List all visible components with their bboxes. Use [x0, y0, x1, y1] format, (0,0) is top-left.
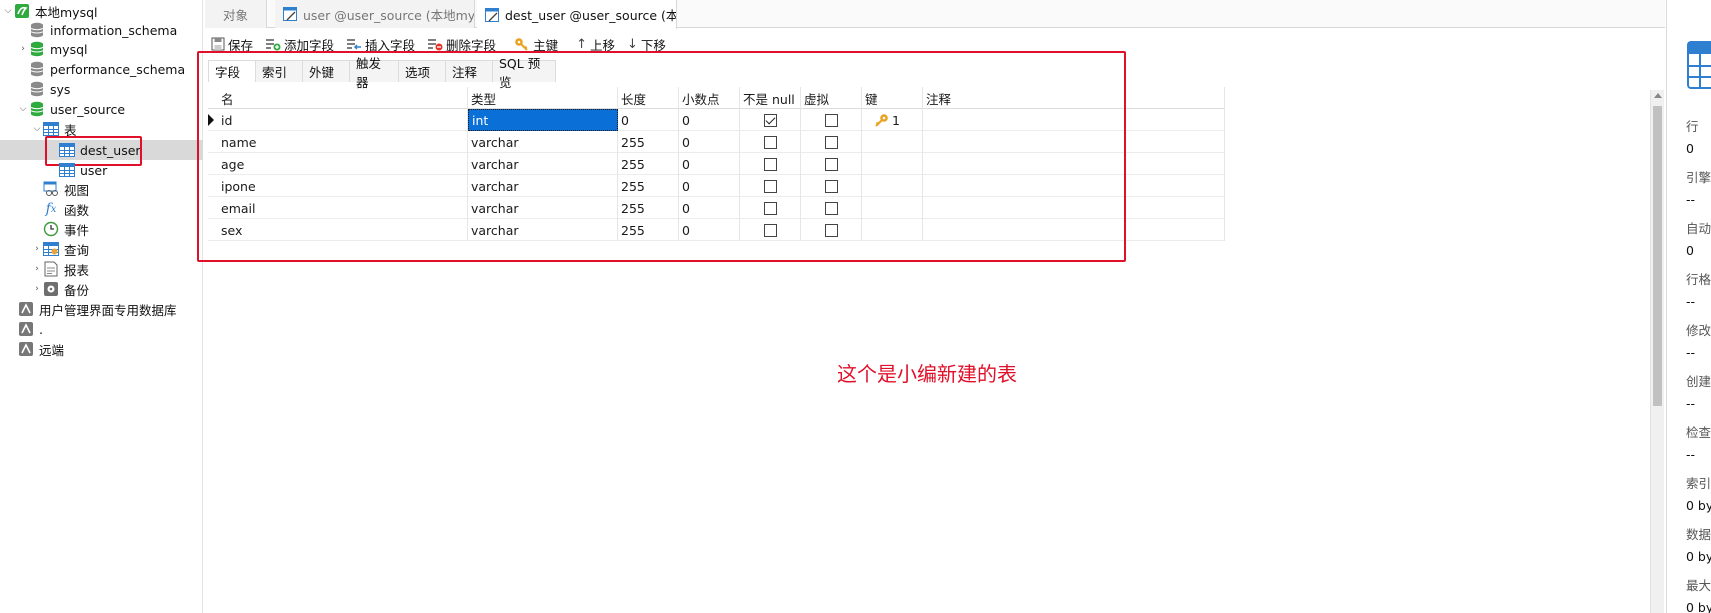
database-icon [29, 81, 45, 97]
tree-item-mysql[interactable]: › mysql [17, 39, 220, 59]
chevron-down-icon[interactable]: ⌵ [2, 1, 14, 21]
mysql-connection-icon [14, 3, 30, 19]
tab-objects[interactable]: 对象 [205, 0, 267, 28]
scrollbar-thumb[interactable] [1653, 106, 1662, 406]
tree-item-label: 视图 [64, 182, 90, 198]
tree-item-label: 函数 [64, 202, 90, 218]
app-window: ⌵ 本地mysql information_schema › mysql per… [0, 0, 1711, 613]
scroll-up-icon[interactable] [1654, 93, 1662, 98]
info-auto-increment: 自动 0 [1686, 221, 1711, 258]
chevron-right-icon[interactable]: › [31, 239, 43, 259]
tab-dest-user[interactable]: dest_user @user_source (本... [477, 0, 677, 29]
connection-icon [18, 321, 34, 337]
tree-item-user-source[interactable]: ⌵ user_source [17, 99, 220, 119]
table-design-icon [283, 7, 297, 21]
chevron-down-icon[interactable]: ⌵ [31, 119, 43, 139]
add-field-icon [265, 37, 281, 51]
info-modified: 修改 -- [1686, 323, 1711, 360]
query-icon [43, 241, 59, 257]
tab-label: user @user_source (本地my... [303, 7, 475, 23]
connection-icon [18, 341, 34, 357]
database-icon [29, 22, 45, 38]
tree-item-label: 本地mysql [35, 4, 98, 20]
object-info-panel: 行 0 引擎 -- 自动 0 行格 -- 修改 -- 创建 -- 检查 -- 索… [1686, 0, 1711, 613]
database-icon [29, 41, 45, 57]
chevron-down-icon[interactable]: ⌵ [17, 99, 29, 119]
insert-field-icon [346, 37, 362, 51]
editor-tabs: 对象 user @user_source (本地my... dest_user … [205, 0, 1665, 29]
tree-item-label: user [80, 162, 108, 178]
chevron-right-icon[interactable]: › [17, 39, 29, 59]
info-data-length: 数据 0 by [1686, 527, 1711, 564]
tree-item-label: 用户管理界面专用数据库 [39, 302, 177, 318]
tree-item-label: mysql [50, 41, 88, 57]
backup-icon [43, 281, 59, 297]
annotation-text: 这个是小编新建的表 [837, 362, 1017, 386]
tab-label: 对象 [222, 7, 248, 23]
connection-icon [18, 301, 34, 317]
chevron-right-icon[interactable]: › [31, 279, 43, 299]
info-rows: 行 0 [1686, 119, 1699, 156]
tree-item-label: 报表 [64, 262, 90, 278]
tab-label: dest_user @user_source (本... [505, 8, 677, 23]
info-checked: 检查 -- [1686, 425, 1711, 462]
database-icon [29, 61, 45, 77]
database-icon [29, 101, 45, 117]
panel-divider[interactable] [1666, 0, 1667, 613]
highlight-box [197, 51, 1126, 262]
tree-item-label: information_schema [50, 22, 178, 38]
delete-field-icon [427, 37, 443, 51]
save-icon [211, 37, 225, 51]
tree-item-label: 事件 [64, 222, 90, 238]
tree-item-label: user_source [50, 101, 126, 117]
vertical-scrollbar[interactable] [1650, 90, 1664, 613]
tree-item-connection-2[interactable]: 用户管理界面专用数据库 [4, 299, 207, 319]
function-icon: fx [45, 201, 57, 217]
tree-item-label: 备份 [64, 282, 90, 298]
arrow-down-icon: ↓ [627, 36, 638, 52]
table-design-icon [485, 7, 499, 22]
report-icon [43, 261, 59, 277]
table-group-icon [43, 121, 59, 137]
tab-user[interactable]: user @user_source (本地my... [275, 0, 475, 28]
info-engine: 引擎 -- [1686, 170, 1711, 207]
table-icon [59, 162, 75, 178]
tree-item-information-schema[interactable]: information_schema [17, 20, 220, 40]
navigation-tree: ⌵ 本地mysql information_schema › mysql per… [0, 0, 203, 613]
tree-item-label: performance_schema [50, 61, 186, 77]
table-icon [1686, 40, 1711, 93]
clock-icon [43, 221, 59, 237]
tree-item-label: 远端 [39, 342, 65, 358]
key-icon [514, 37, 530, 51]
tree-item-backups[interactable]: › 备份 [31, 279, 234, 299]
tree-item-reports[interactable]: › 报表 [31, 259, 234, 279]
tree-item-connection-3[interactable]: . [4, 319, 207, 339]
chevron-right-icon[interactable]: › [31, 259, 43, 279]
tree-item-performance-schema[interactable]: performance_schema [17, 59, 220, 79]
view-icon [43, 181, 59, 197]
info-row-format: 行格 -- [1686, 272, 1711, 309]
info-max-length: 最大 0 by [1686, 578, 1711, 613]
tree-item-label: . [39, 321, 43, 337]
info-created: 创建 -- [1686, 374, 1711, 411]
tree-item-label: 查询 [64, 242, 90, 258]
tree-item-sys[interactable]: sys [17, 79, 220, 99]
arrow-up-icon: ↑ [576, 36, 587, 52]
info-index-length: 索引 0 by [1686, 476, 1711, 513]
tree-item-connection-remote[interactable]: 远端 [4, 339, 207, 359]
tree-item-connection[interactable]: ⌵ 本地mysql [2, 1, 205, 21]
tree-item-label: sys [50, 81, 71, 97]
